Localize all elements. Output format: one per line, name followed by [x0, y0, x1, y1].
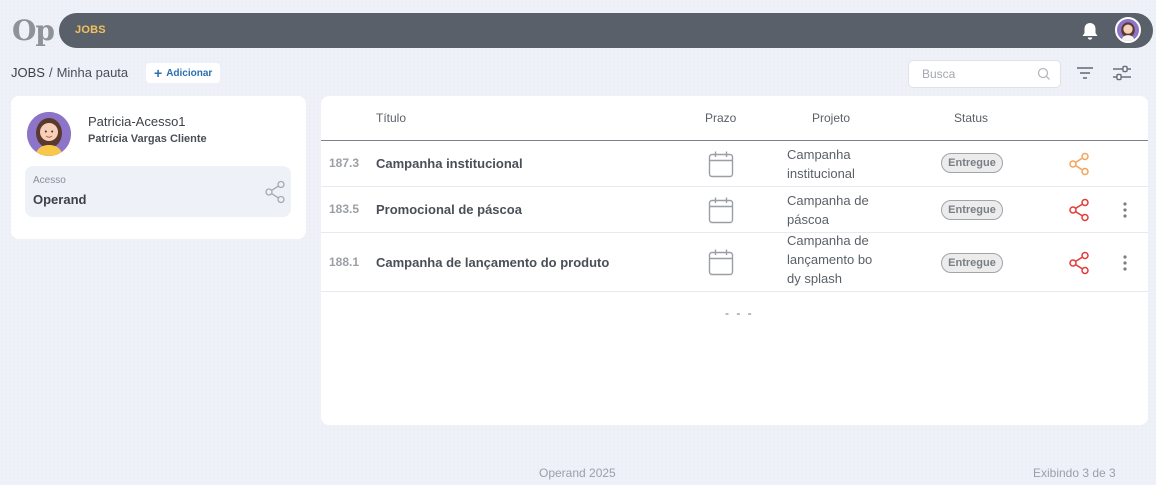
row-id: 183.5	[329, 202, 360, 216]
status-badge: Entregue	[941, 200, 1003, 220]
app-logo[interactable]: Op	[12, 14, 55, 48]
settings-sliders-icon[interactable]	[1112, 65, 1132, 81]
header-project[interactable]: Projeto	[812, 111, 850, 125]
profile-name: Patricia-Acesso1	[88, 114, 186, 129]
plus-icon: +	[154, 65, 163, 81]
breadcrumb: JOBS / Minha pauta	[11, 65, 128, 80]
share-icon[interactable]	[1068, 152, 1090, 176]
calendar-icon[interactable]	[708, 150, 734, 178]
jobs-table: Título Prazo Projeto Status 187.3 Campan…	[321, 96, 1148, 425]
pagination-indicator: - - -	[725, 306, 754, 320]
footer-count: Exibindo 3 de 3	[1033, 466, 1116, 480]
breadcrumb-root[interactable]: JOBS	[11, 65, 45, 80]
profile-card: Patricia-Acesso1 Patrícia Vargas Cliente…	[11, 96, 306, 239]
share-icon[interactable]	[1068, 198, 1090, 222]
header-deadline[interactable]: Prazo	[705, 111, 736, 125]
profile-avatar	[27, 112, 71, 156]
table-row[interactable]: 187.3 Campanha institucional Campanha in…	[321, 141, 1148, 187]
search-input[interactable]	[922, 61, 1042, 87]
footer-copyright: Operand 2025	[539, 466, 616, 480]
row-id: 188.1	[329, 255, 360, 269]
user-avatar[interactable]	[1115, 17, 1141, 43]
add-button-label: Adicionar	[166, 67, 213, 79]
share-icon[interactable]	[1068, 251, 1090, 275]
profile-subtitle: Patrícia Vargas Cliente	[88, 133, 207, 145]
nav-section-jobs[interactable]: JOBS	[75, 24, 106, 36]
share-icon[interactable]	[264, 180, 286, 204]
table-row[interactable]: 183.5 Promocional de páscoa Campanha de …	[321, 187, 1148, 233]
row-project: Campanha institucional	[787, 147, 855, 181]
more-vertical-icon[interactable]	[1121, 254, 1129, 272]
row-title[interactable]: Campanha institucional	[376, 156, 523, 171]
calendar-icon[interactable]	[708, 248, 734, 276]
row-title[interactable]: Promocional de páscoa	[376, 202, 522, 217]
status-badge: Entregue	[941, 153, 1003, 173]
more-vertical-icon[interactable]	[1121, 201, 1129, 219]
row-project: Campanha de lançamento bo dy splash	[787, 233, 873, 286]
header-status[interactable]: Status	[954, 111, 988, 125]
row-id: 187.3	[329, 156, 360, 170]
access-value: Operand	[33, 192, 87, 207]
breadcrumb-separator: /	[48, 65, 53, 80]
bell-icon[interactable]	[1079, 20, 1101, 42]
status-badge: Entregue	[941, 253, 1003, 273]
row-title[interactable]: Campanha de lançamento do produto	[376, 255, 609, 270]
top-navbar: JOBS	[59, 13, 1153, 48]
access-box: Acesso Operand	[25, 166, 291, 217]
search-box	[908, 60, 1061, 88]
filter-icon[interactable]	[1076, 66, 1094, 80]
breadcrumb-current: Minha pauta	[56, 65, 129, 80]
access-label: Acesso	[33, 175, 66, 186]
calendar-icon[interactable]	[708, 196, 734, 224]
row-project: Campanha de páscoa	[787, 193, 869, 227]
search-icon[interactable]	[1037, 67, 1051, 81]
table-row[interactable]: 188.1 Campanha de lançamento do produto …	[321, 233, 1148, 292]
header-title[interactable]: Título	[376, 111, 406, 125]
add-button[interactable]: + Adicionar	[146, 63, 221, 83]
